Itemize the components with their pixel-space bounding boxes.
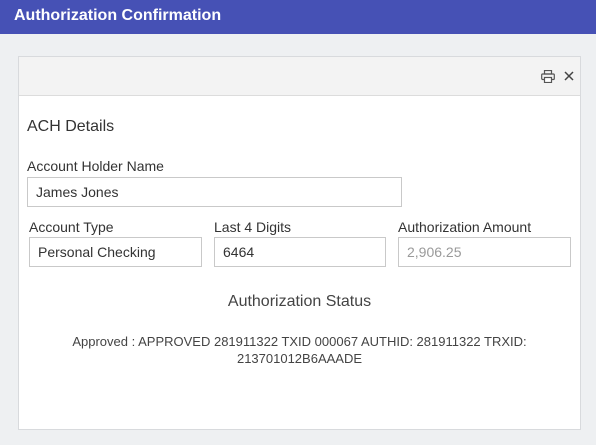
- window-title: Authorization Confirmation: [14, 7, 222, 24]
- account-holder-label: Account Holder Name: [27, 158, 164, 174]
- last4-label: Last 4 Digits: [214, 219, 292, 235]
- account-holder-field[interactable]: [27, 177, 402, 207]
- account-type-field[interactable]: [29, 237, 202, 267]
- status-text: Approved : APPROVED 281911322 TXID 00006…: [72, 334, 527, 366]
- authorization-panel: ACH Details Account Holder Name Account …: [18, 56, 581, 430]
- printer-icon: [541, 69, 555, 83]
- account-type-label: Account Type: [29, 219, 114, 235]
- amount-field[interactable]: [398, 237, 571, 267]
- section-title: ACH Details: [27, 118, 115, 135]
- amount-label: Authorization Amount: [398, 219, 532, 235]
- status-title: Authorization Status: [227, 293, 372, 310]
- close-icon: [564, 71, 574, 81]
- print-button[interactable]: [539, 67, 557, 85]
- panel-header: [19, 57, 580, 96]
- close-button[interactable]: [560, 67, 578, 85]
- window-title-bar: Authorization Confirmation: [0, 0, 596, 34]
- last4-field[interactable]: [214, 237, 386, 267]
